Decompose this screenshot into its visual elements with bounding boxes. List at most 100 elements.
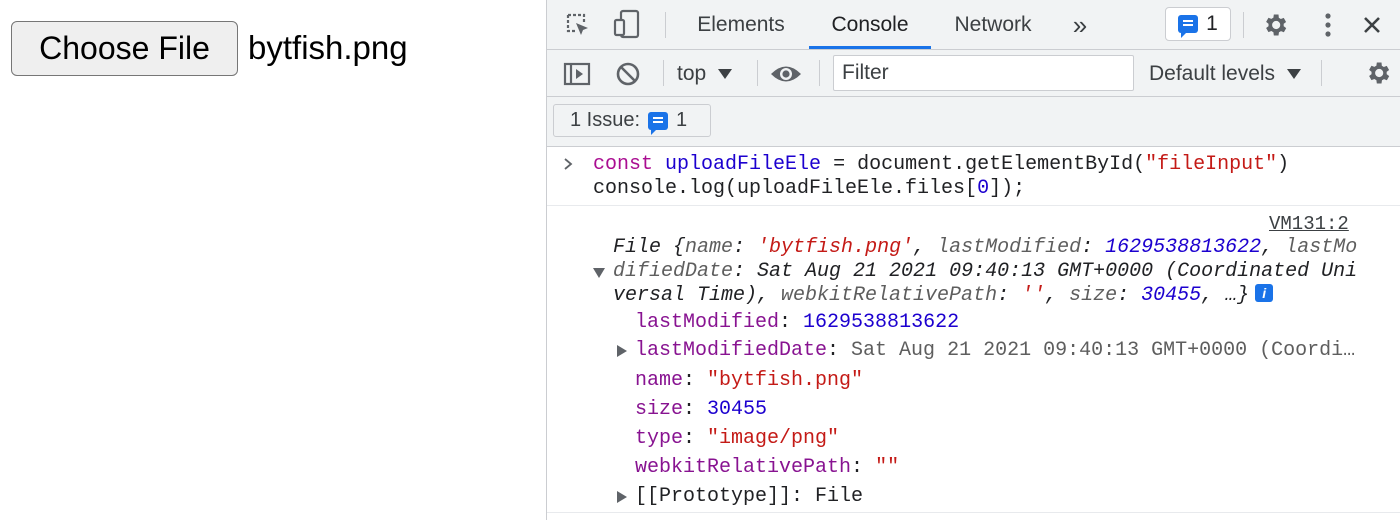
expand-triangle-icon[interactable] xyxy=(593,268,605,278)
more-tabs-button[interactable]: » xyxy=(1065,0,1095,50)
entry-divider xyxy=(547,512,1400,513)
chevron-down-icon xyxy=(718,68,733,79)
source-link[interactable]: VM131:2 xyxy=(1269,213,1349,235)
context-value: top xyxy=(677,61,707,85)
property-value: 30455 xyxy=(707,398,768,421)
property-key: lastModified xyxy=(635,311,780,334)
messages-badge-button[interactable]: 1 xyxy=(1165,7,1231,41)
entry-divider xyxy=(547,205,1400,206)
devtools-panel: Elements Console Network » 1 top Filter … xyxy=(546,0,1400,520)
console-input-line: const uploadFileEle = document.getElemen… xyxy=(593,153,1289,177)
property-value: Sat Aug 21 2021 09:40:13 GMT+0000 (Coord… xyxy=(851,339,1356,362)
summary-key: lastMo xyxy=(1285,236,1358,259)
console-output: const uploadFileEle = document.getElemen… xyxy=(547,147,1400,520)
console-settings-gear-icon[interactable] xyxy=(1363,58,1393,88)
issues-label: 1 Issue: xyxy=(570,109,641,131)
summary-text: , xyxy=(913,236,938,259)
sidebar-toggle-icon[interactable] xyxy=(561,59,593,89)
summary-text: : Sat Aug 21 2021 09:40:13 GMT+0000 (Coo… xyxy=(733,260,1358,283)
code-text: = document.getElementById( xyxy=(821,153,1146,176)
device-toggle-icon[interactable] xyxy=(611,8,643,42)
property-key: lastModifiedDate xyxy=(635,339,828,362)
selected-file-name: bytfish.png xyxy=(248,29,408,66)
summary-text: , xyxy=(1261,236,1286,259)
expand-triangle-icon[interactable] xyxy=(617,491,627,503)
tab-console[interactable]: Console xyxy=(809,0,931,50)
chat-bubble-icon xyxy=(648,111,669,135)
summary-number: 1629538813622 xyxy=(1105,236,1262,259)
summary-string: 'bytfish.png' xyxy=(757,236,914,259)
property-key: size xyxy=(635,398,684,421)
expand-triangle-icon[interactable] xyxy=(617,345,627,357)
inspect-element-icon[interactable] xyxy=(563,10,593,40)
property-value: File xyxy=(815,485,864,508)
eye-icon[interactable] xyxy=(769,59,803,89)
summary-text: , …} xyxy=(1201,284,1250,307)
property-row[interactable]: lastModifiedDate: Sat Aug 21 2021 09:40:… xyxy=(635,339,1355,363)
property-row: size: 30455 xyxy=(635,398,767,422)
toolbar-divider xyxy=(1243,12,1244,38)
property-key: type xyxy=(635,427,684,450)
toolbar-divider xyxy=(757,60,758,86)
summary-number: 30455 xyxy=(1141,284,1202,307)
property-row: name: "bytfish.png" xyxy=(635,369,863,393)
chevron-down-icon xyxy=(1287,68,1302,79)
summary-key: size xyxy=(1069,284,1118,307)
tab-network[interactable]: Network xyxy=(943,0,1043,50)
summary-text: : xyxy=(997,284,1022,307)
property-colon: : xyxy=(683,427,708,450)
summary-string: '' xyxy=(1021,284,1046,307)
property-colon: : xyxy=(683,369,708,392)
property-row[interactable]: [[Prototype]]: File xyxy=(635,485,863,509)
summary-text: versal Time), xyxy=(613,284,782,307)
code-string: "fileInput" xyxy=(1145,153,1278,176)
summary-text: , xyxy=(1045,284,1070,307)
code-variable: uploadFileEle xyxy=(665,153,822,176)
property-colon: : xyxy=(779,311,804,334)
toolbar-divider xyxy=(819,60,820,86)
summary-key: webkitRelativePath xyxy=(781,284,998,307)
property-key: name xyxy=(635,369,684,392)
code-keyword: const xyxy=(593,153,654,176)
close-icon[interactable] xyxy=(1357,10,1387,40)
info-icon[interactable]: i xyxy=(1255,284,1274,302)
issues-count: 1 xyxy=(676,109,688,131)
summary-key: lastModified xyxy=(937,236,1082,259)
file-summary-line: File {name: 'bytfish.png', lastModified:… xyxy=(613,236,1357,260)
code-text: ) xyxy=(1277,153,1290,176)
property-row: type: "image/png" xyxy=(635,427,839,451)
chevron-right-icon xyxy=(563,155,573,178)
devtools-main-toolbar: Elements Console Network » 1 xyxy=(547,0,1400,50)
summary-text: : xyxy=(733,236,758,259)
property-value: "image/png" xyxy=(707,427,840,450)
toolbar-divider xyxy=(1321,60,1322,86)
choose-file-button[interactable]: Choose File xyxy=(11,21,238,76)
code-text: console.log(uploadFileEle.files[ xyxy=(593,177,978,200)
clear-console-icon[interactable] xyxy=(613,59,643,89)
toolbar-divider xyxy=(665,12,666,38)
code-text: ]); xyxy=(989,177,1026,200)
property-colon: : xyxy=(827,339,852,362)
code-number: 0 xyxy=(977,177,990,200)
context-selector[interactable]: top xyxy=(677,50,733,97)
tab-elements[interactable]: Elements xyxy=(683,0,799,50)
property-colon: : xyxy=(791,485,816,508)
property-colon: : xyxy=(683,398,708,421)
settings-gear-icon[interactable] xyxy=(1260,10,1290,40)
property-row: lastModified: 1629538813622 xyxy=(635,311,959,335)
kebab-menu-icon[interactable] xyxy=(1313,10,1343,40)
issues-button[interactable]: 1 Issue: 1 xyxy=(553,104,711,137)
log-levels-label: Default levels xyxy=(1149,61,1276,85)
toolbar-divider xyxy=(663,60,664,86)
property-row: webkitRelativePath: "" xyxy=(635,456,899,480)
messages-count: 1 xyxy=(1206,12,1218,35)
log-levels-dropdown[interactable]: Default levels xyxy=(1149,50,1302,97)
console-filter-input[interactable] xyxy=(833,55,1134,91)
chat-bubble-icon xyxy=(1178,15,1199,38)
file-summary-line[interactable]: difiedDate: Sat Aug 21 2021 09:40:13 GMT… xyxy=(613,260,1357,284)
summary-text: : xyxy=(1081,236,1106,259)
summary-key: difiedDate xyxy=(613,260,734,283)
page-content: Choose File bytfish.png xyxy=(0,0,546,520)
property-colon: : xyxy=(851,456,876,479)
property-value: "bytfish.png" xyxy=(707,369,864,392)
